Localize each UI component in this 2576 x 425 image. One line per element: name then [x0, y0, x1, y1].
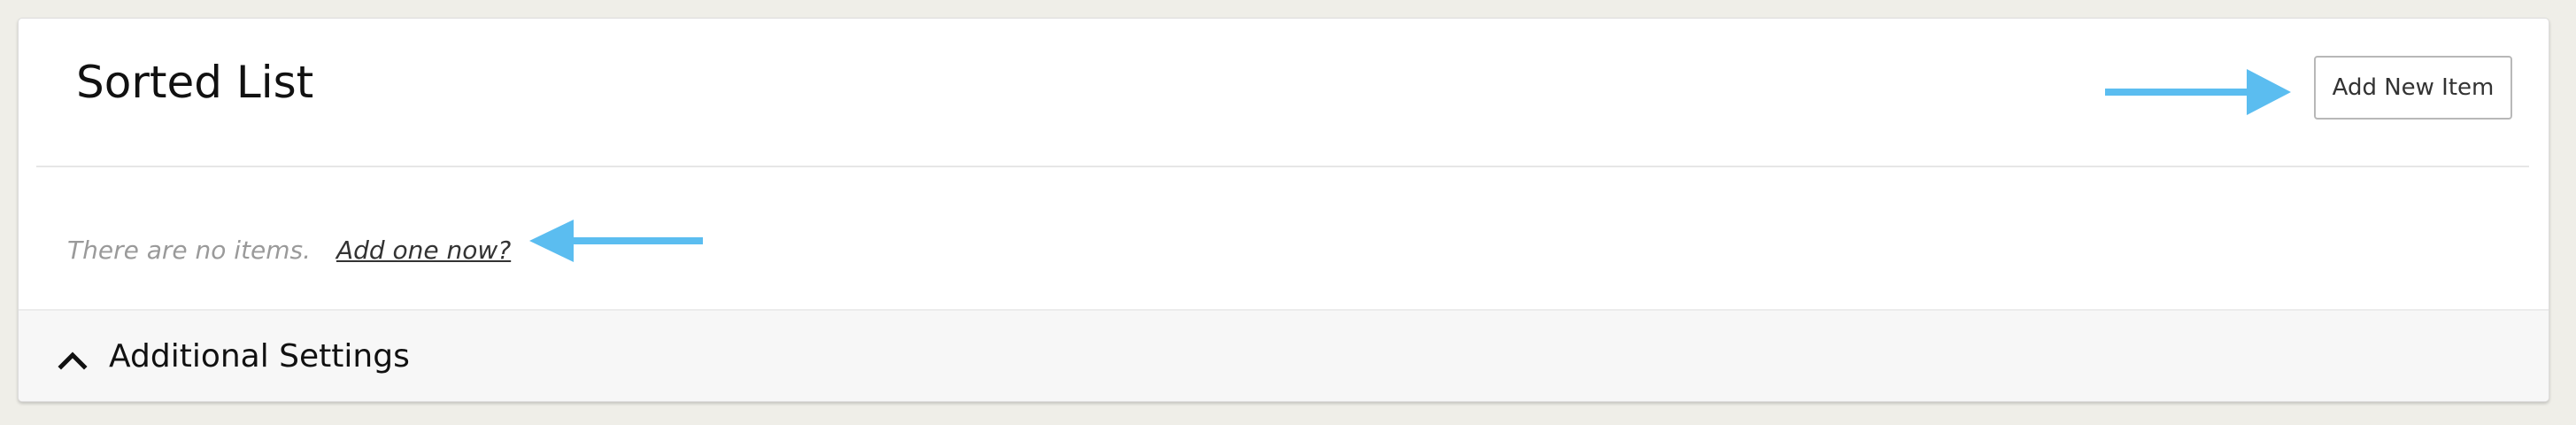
empty-state-message: There are no items. [67, 236, 312, 265]
add-one-now-link[interactable]: Add one now? [336, 236, 511, 265]
page-title: Sorted List [76, 57, 314, 108]
additional-settings-toggle[interactable]: Additional Settings [19, 309, 2549, 401]
chevron-up-icon [58, 352, 88, 370]
add-new-item-button[interactable]: Add New Item [2314, 56, 2512, 120]
additional-settings-label: Additional Settings [109, 337, 410, 375]
arrow-right-icon [2105, 69, 2291, 115]
empty-state: There are no items. Add one now? [67, 238, 511, 263]
header-divider [36, 166, 2529, 167]
arrow-left-icon [529, 220, 703, 262]
